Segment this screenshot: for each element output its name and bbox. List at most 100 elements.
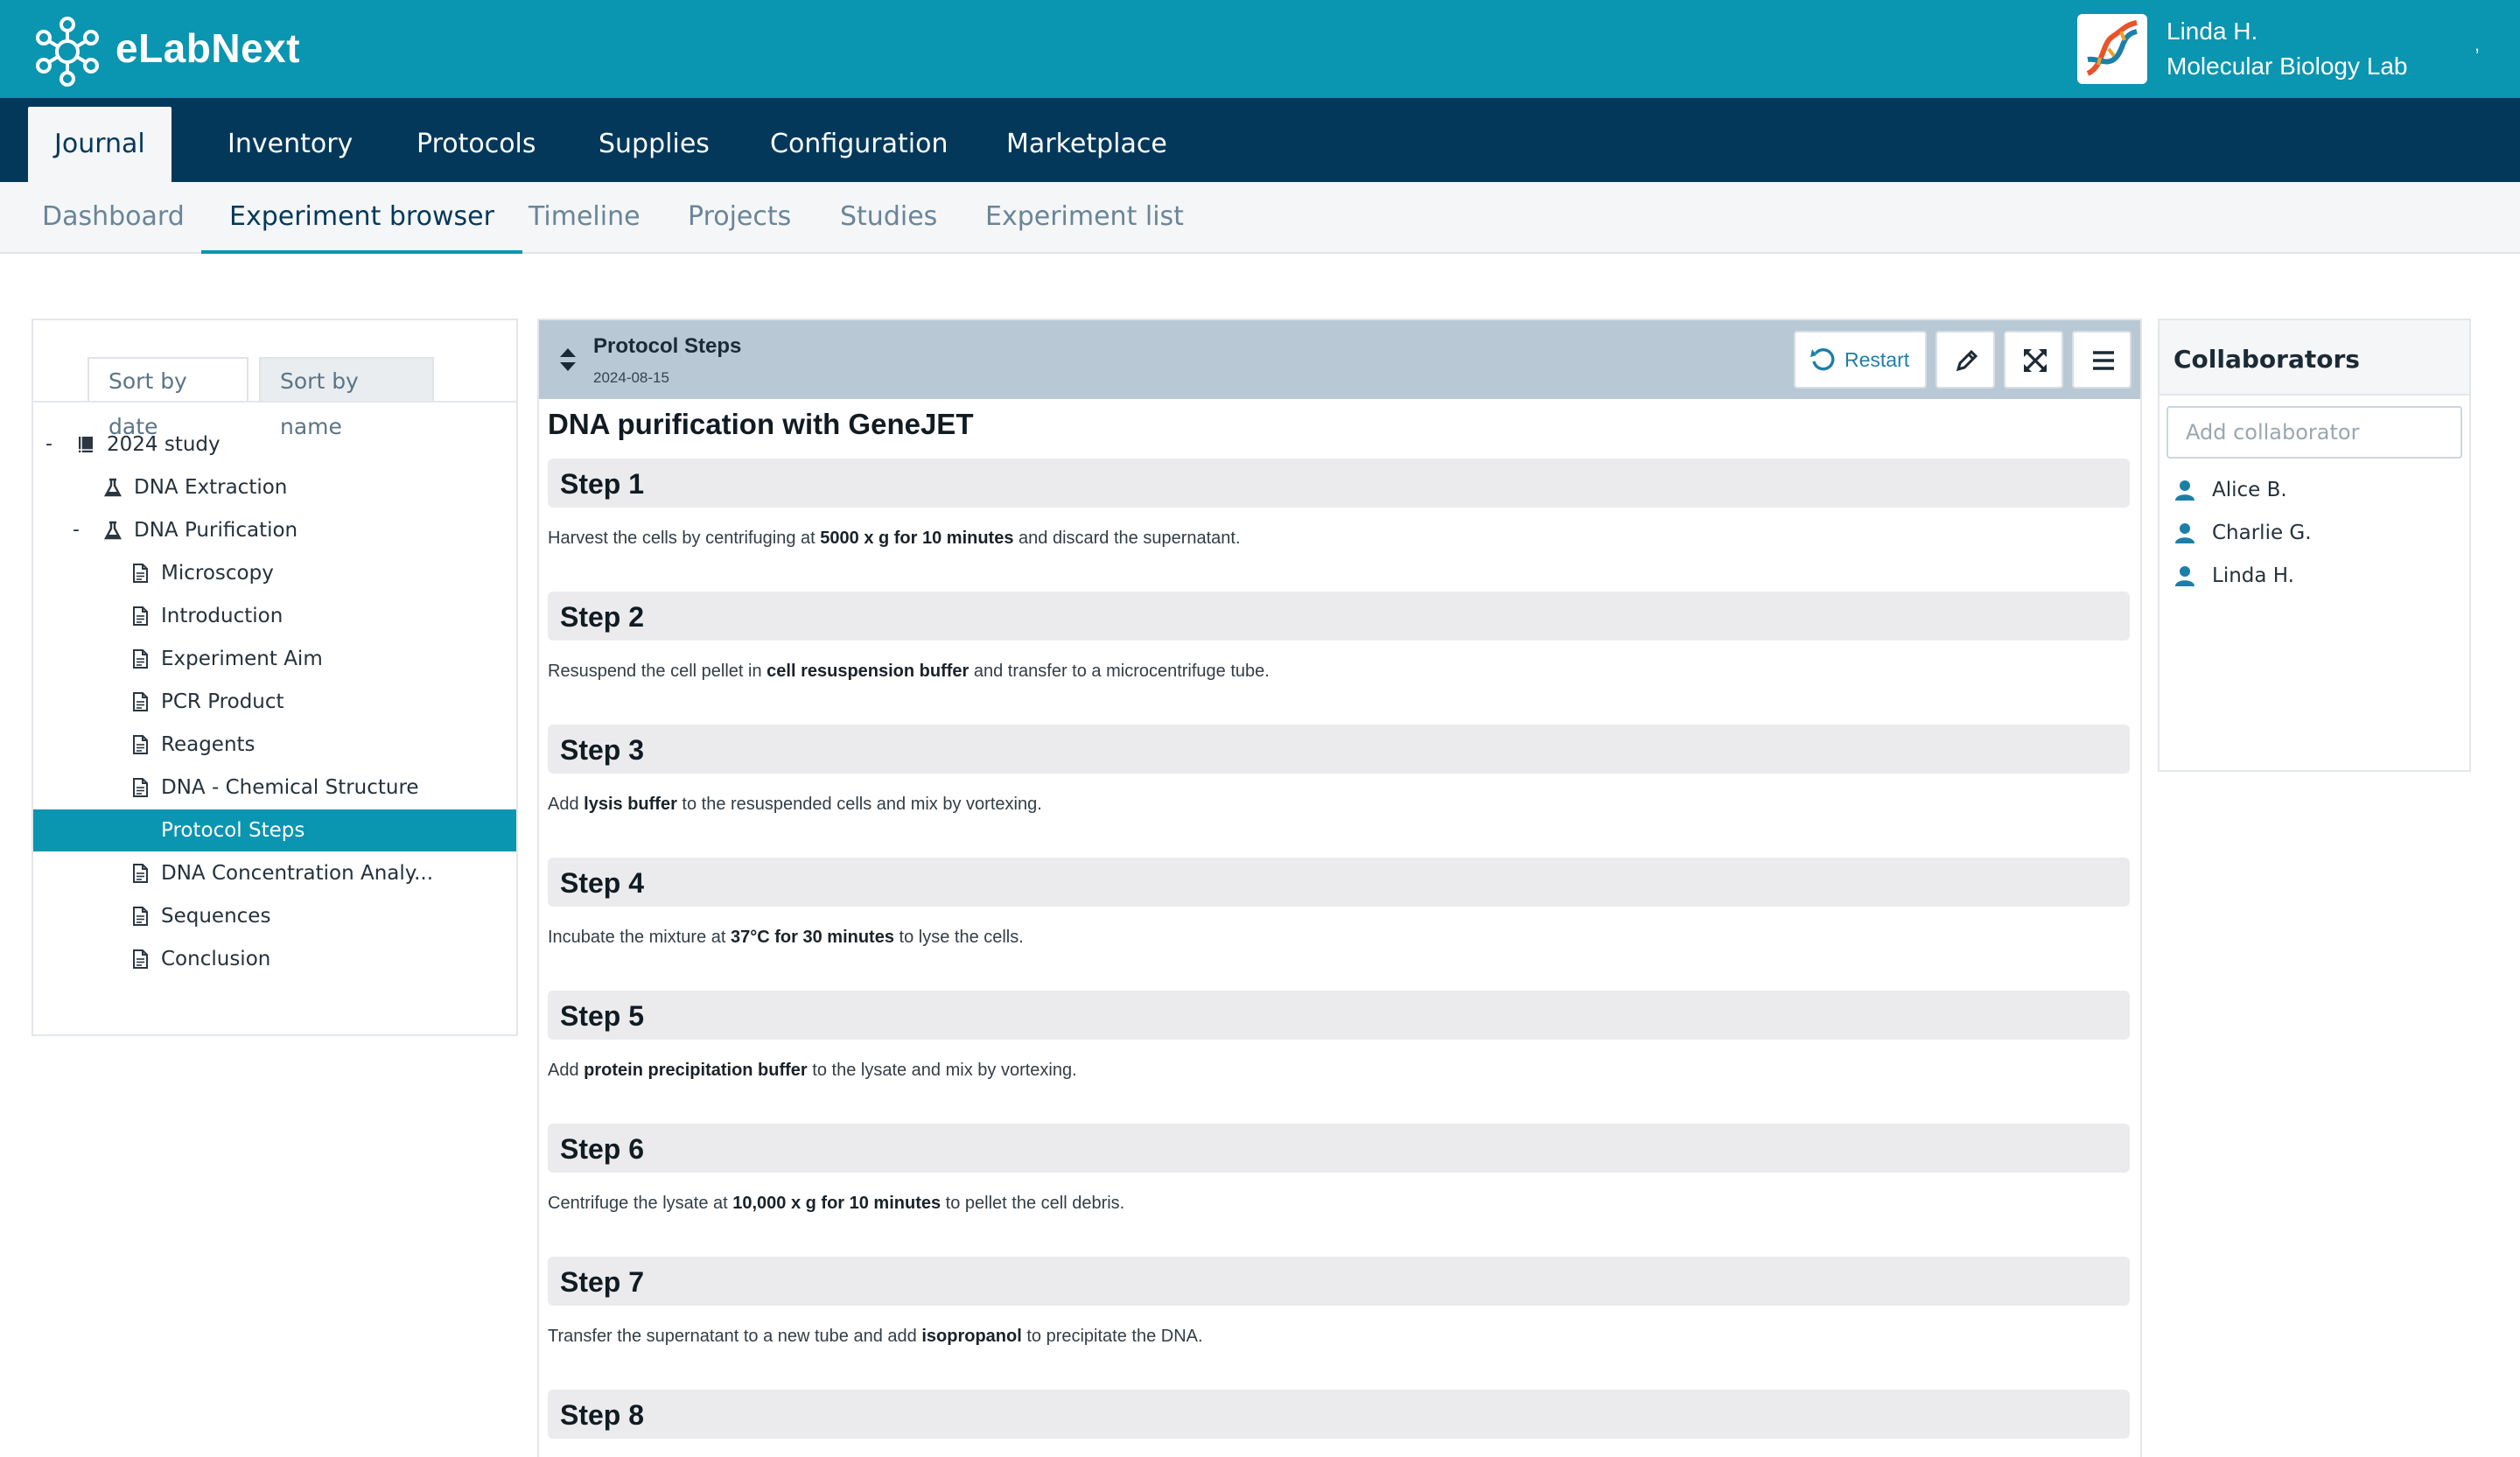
sub-tab-timeline[interactable]: Timeline [500,182,668,254]
tree-collapse-toggle[interactable]: - [73,509,80,551]
expand-icon [2024,349,2047,372]
tree-item-label: Microscopy [161,562,274,585]
collaborator-name: Linda H. [2212,564,2294,587]
step-description: Centrifuge the lysate at 10,000 x g for … [548,1194,1124,1214]
edit-button[interactable] [1936,331,1995,389]
step-title: Step 7 [560,1266,645,1298]
tree-item-pcr-product[interactable]: PCR Product [33,681,516,723]
main-nav: Journal Inventory Protocols Supplies Con… [0,98,2520,182]
restart-icon [1810,347,1835,371]
tree-collapse-toggle[interactable]: - [46,424,52,466]
tree-item-dna-concentration-analy[interactable]: DNA Concentration Analy... [33,852,516,894]
user-icon [2175,566,2194,586]
step-text-segment: to lyse the cells. [893,928,1024,947]
sub-tab-studies[interactable]: Studies [812,182,965,254]
user-icon [2175,523,2194,543]
main-tab-protocols[interactable]: Protocols [390,107,563,182]
step-title: Step 3 [560,734,645,766]
step-text-segment: to the lysate and mix by vortexing. [807,1061,1077,1080]
step-title: Step 6 [560,1133,645,1165]
step-description: Add protein precipitation buffer to the … [548,1061,1077,1081]
step-highlight: lysis buffer [584,795,677,814]
tree-item-label: Introduction [161,605,284,627]
user-menu-caret[interactable]: , [2474,33,2480,56]
section-menu-button[interactable] [2072,331,2132,389]
document-icon [133,778,148,797]
step-text-segment: to precipitate the DNA. [1021,1327,1203,1346]
tree-item-label: DNA Purification [134,519,298,542]
pencil-icon [1956,349,1978,372]
document-icon [133,949,148,969]
user-icon [2175,480,2194,501]
tree-item-label: DNA - Chemical Structure [161,776,419,799]
step-text-segment: Add [548,795,584,814]
tree-item-sequences[interactable]: Sequences [33,895,516,937]
sort-by-date-tab[interactable]: Sort by date [88,357,248,439]
sub-tab-projects[interactable]: Projects [660,182,819,254]
document-icon [133,821,148,840]
tree-item-label: DNA Concentration Analy... [161,862,434,885]
step-highlight: isopropanol [921,1327,1022,1346]
dna-helix-icon [2086,20,2138,76]
tree-item-dna-purification[interactable]: - DNA Purification [33,509,516,551]
add-collaborator-input[interactable] [2166,406,2462,459]
step-header: Step 1 [548,459,2130,508]
section-title: Protocol Steps [593,334,742,358]
sub-tab-experiment-list[interactable]: Experiment list [957,182,1212,254]
user-lab[interactable]: Molecular Biology Lab [2166,53,2408,81]
tree-item-reagents[interactable]: Reagents [33,724,516,766]
tree-item-conclusion[interactable]: Conclusion [33,938,516,980]
user-name[interactable]: Linda H. [2166,18,2258,46]
step-highlight: protein precipitation buffer [584,1061,808,1080]
step-title: Step 1 [560,468,645,500]
step-header: Step 2 [548,592,2130,641]
brand-name[interactable]: eLabNext [116,25,300,72]
collaborator-name: Alice B. [2212,479,2287,501]
sub-tab-experiment-browser[interactable]: Experiment browser [201,182,522,254]
book-icon [79,437,93,452]
sort-by-name-tab[interactable]: Sort by name [259,357,434,439]
step-header: Step 4 [548,858,2130,907]
tree-item-label: Conclusion [161,948,271,970]
main-tab-configuration[interactable]: Configuration [744,107,974,182]
hamburger-menu-icon [2093,351,2114,370]
collaborators-title: Collaborators [2174,345,2360,374]
document-icon [133,907,148,926]
step-title: Step 8 [560,1399,645,1431]
main-tab-marketplace[interactable]: Marketplace [980,107,1194,182]
tree-item-label: Protocol Steps [161,819,305,842]
step-text-segment: Transfer the supernatant to a new tube a… [548,1327,922,1346]
user-avatar[interactable] [2077,14,2147,84]
tree-item-label: 2024 study [107,433,220,456]
tree-item-protocol-steps[interactable]: Protocol Steps [33,809,516,851]
tree-item-dna-chemical-structure[interactable]: DNA - Chemical Structure [33,767,516,809]
section-panel: Protocol Steps 2024-08-15 Restart DNA pu… [537,319,2142,1457]
collaborators-header: Collaborators [2160,320,2469,396]
main-tab-supplies[interactable]: Supplies [572,107,736,182]
restart-label: Restart [1844,348,1910,371]
document-icon [133,649,148,669]
tree-item-introduction[interactable]: Introduction [33,595,516,637]
step-text-segment: Centrifuge the lysate at [548,1194,733,1213]
document-icon [133,735,148,754]
sort-handle-icon[interactable] [558,347,578,373]
tree-item-dna-extraction[interactable]: DNA Extraction [33,466,516,508]
elabnext-logo-icon[interactable] [32,16,103,88]
tree-item-2024-study[interactable]: - 2024 study [33,424,516,466]
main-tab-journal[interactable]: Journal [28,107,172,182]
collaborator-name: Charlie G. [2212,522,2312,544]
restart-button[interactable]: Restart [1794,331,1927,389]
collaborators-panel: Collaborators Alice B. Charlie G. Linda H. [2158,319,2471,772]
step-highlight: cell resuspension buffer [766,662,970,681]
tree-item-experiment-aim[interactable]: Experiment Aim [33,638,516,680]
step-text-segment: and discard the supernatant. [1013,529,1241,548]
main-tab-inventory[interactable]: Inventory [201,107,379,182]
expand-button[interactable] [2004,331,2063,389]
flask-icon [103,478,122,497]
tree-item-label: Experiment Aim [161,648,323,670]
tree-item-microscopy[interactable]: Microscopy [33,552,516,594]
step-text-segment: and transfer to a microcentrifuge tube. [969,662,1270,681]
sub-tab-dashboard[interactable]: Dashboard [14,182,213,254]
document-icon [133,864,148,883]
step-text-segment: to the resuspended cells and mix by vort… [676,795,1042,814]
